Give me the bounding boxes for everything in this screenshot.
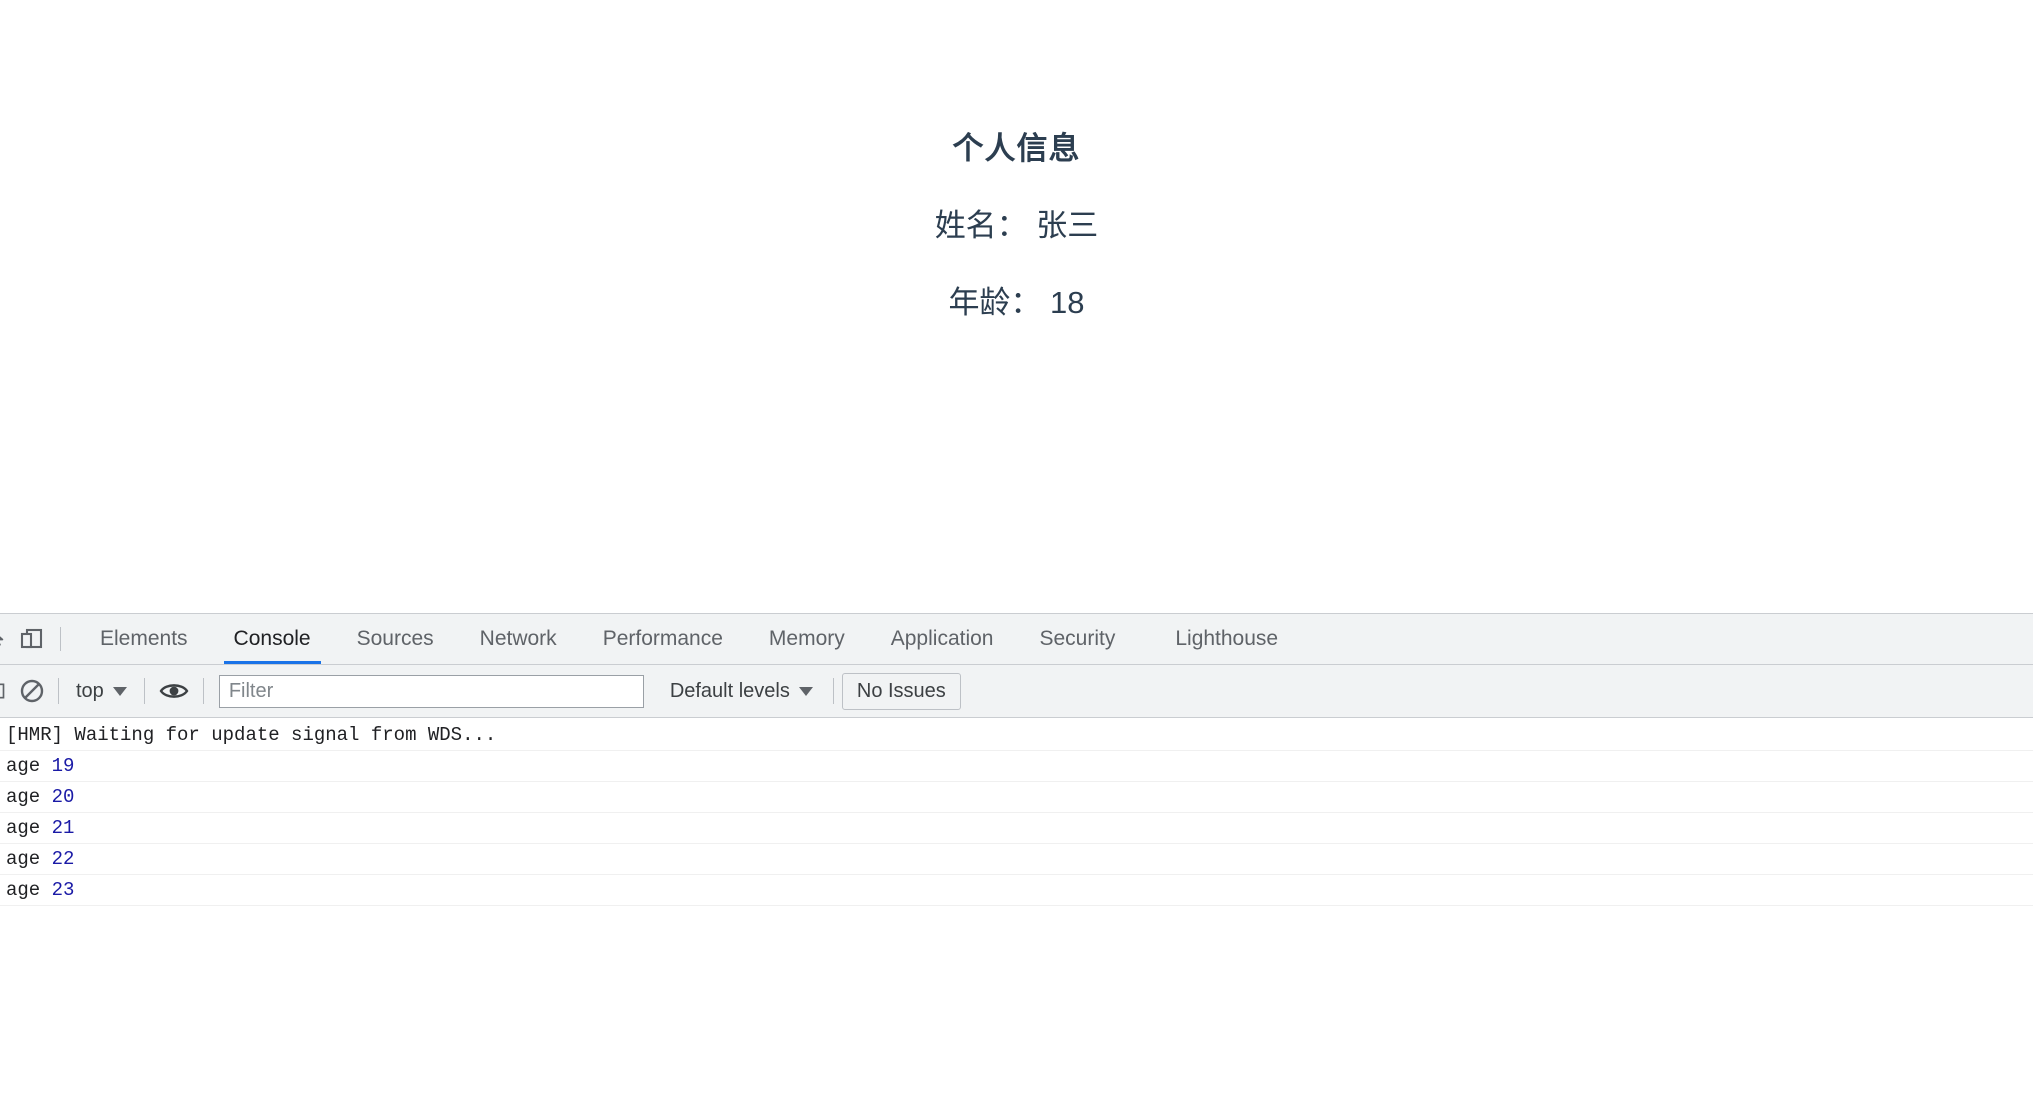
issues-button[interactable]: No Issues bbox=[841, 672, 961, 710]
tab-application[interactable]: Application bbox=[868, 614, 1017, 664]
toolbar-divider bbox=[832, 678, 834, 704]
console-message-value: 21 bbox=[51, 817, 75, 839]
tab-lighthouse-label: Lighthouse bbox=[1175, 627, 1279, 650]
device-toolbar-icon[interactable] bbox=[10, 614, 54, 664]
tab-network[interactable]: Network bbox=[457, 614, 580, 664]
tab-security[interactable]: Security bbox=[1016, 614, 1138, 664]
console-row[interactable]: age 21 bbox=[0, 813, 2033, 844]
console-toolbar: top Default levels No Issues bbox=[0, 665, 2033, 718]
tab-sources-label: Sources bbox=[356, 627, 434, 650]
console-message-text: age bbox=[6, 848, 52, 870]
console-message-text: age bbox=[6, 817, 52, 839]
toolbar-divider bbox=[60, 627, 61, 651]
console-context-selector[interactable]: top bbox=[59, 680, 144, 703]
console-message-value: 23 bbox=[51, 879, 75, 901]
profile-card: 个人信息 姓名： 张三 年龄： 18 bbox=[0, 0, 2033, 322]
console-message-value: 20 bbox=[51, 786, 75, 808]
chevron-down-icon bbox=[798, 686, 813, 696]
clear-console-icon[interactable] bbox=[6, 678, 58, 704]
console-message-text: age bbox=[6, 786, 52, 808]
tab-sources[interactable]: Sources bbox=[334, 614, 457, 664]
live-expression-icon[interactable] bbox=[145, 680, 203, 702]
devtools-tabbar: Elements Console Sources Network Perform… bbox=[0, 614, 2033, 665]
profile-field-name: 姓名： 张三 bbox=[934, 208, 1099, 244]
toolbar-divider bbox=[202, 678, 204, 704]
page-viewport: 个人信息 姓名： 张三 年龄： 18 bbox=[0, 0, 2033, 613]
console-context-label: top bbox=[76, 679, 104, 702]
console-message-list[interactable]: [HMR] Waiting for update signal from WDS… bbox=[0, 720, 2033, 1115]
console-message-text: [HMR] Waiting for update signal from WDS… bbox=[6, 724, 497, 746]
inspect-element-icon[interactable] bbox=[0, 614, 10, 664]
tab-console[interactable]: Console bbox=[211, 614, 334, 664]
console-row[interactable]: age 22 bbox=[0, 844, 2033, 875]
tab-performance[interactable]: Performance bbox=[580, 614, 746, 664]
log-levels-selector[interactable]: Default levels bbox=[658, 680, 825, 703]
tab-application-label: Application bbox=[890, 627, 994, 650]
tab-memory[interactable]: Memory bbox=[746, 614, 868, 664]
filter-input[interactable] bbox=[218, 674, 644, 708]
tab-security-label: Security bbox=[1039, 627, 1116, 650]
console-message-value: 22 bbox=[51, 848, 75, 870]
console-message-text: age bbox=[6, 755, 52, 777]
page-title: 个人信息 bbox=[952, 131, 1081, 166]
devtools-tab-list: Elements Console Sources Network Perform… bbox=[77, 614, 1301, 664]
console-row[interactable]: age 20 bbox=[0, 782, 2033, 813]
tab-elements[interactable]: Elements bbox=[77, 614, 211, 664]
console-row[interactable]: age 19 bbox=[0, 751, 2033, 782]
console-row[interactable]: age 23 bbox=[0, 875, 2033, 906]
log-levels-label: Default levels bbox=[669, 679, 790, 702]
tab-performance-label: Performance bbox=[602, 627, 723, 650]
tab-memory-label: Memory bbox=[768, 627, 845, 650]
console-message-value: 19 bbox=[51, 755, 75, 777]
console-message-text: age bbox=[6, 879, 52, 901]
console-row[interactable]: [HMR] Waiting for update signal from WDS… bbox=[0, 720, 2033, 751]
tab-console-label: Console bbox=[233, 627, 311, 650]
tab-network-label: Network bbox=[479, 627, 557, 650]
tab-elements-label: Elements bbox=[100, 627, 188, 650]
issues-label: No Issues bbox=[856, 679, 946, 702]
tab-lighthouse[interactable]: Lighthouse bbox=[1152, 614, 1301, 664]
devtools-panel: Elements Console Sources Network Perform… bbox=[0, 613, 2033, 1115]
chevron-down-icon bbox=[112, 686, 127, 696]
profile-field-age: 年龄： 18 bbox=[948, 285, 1085, 321]
